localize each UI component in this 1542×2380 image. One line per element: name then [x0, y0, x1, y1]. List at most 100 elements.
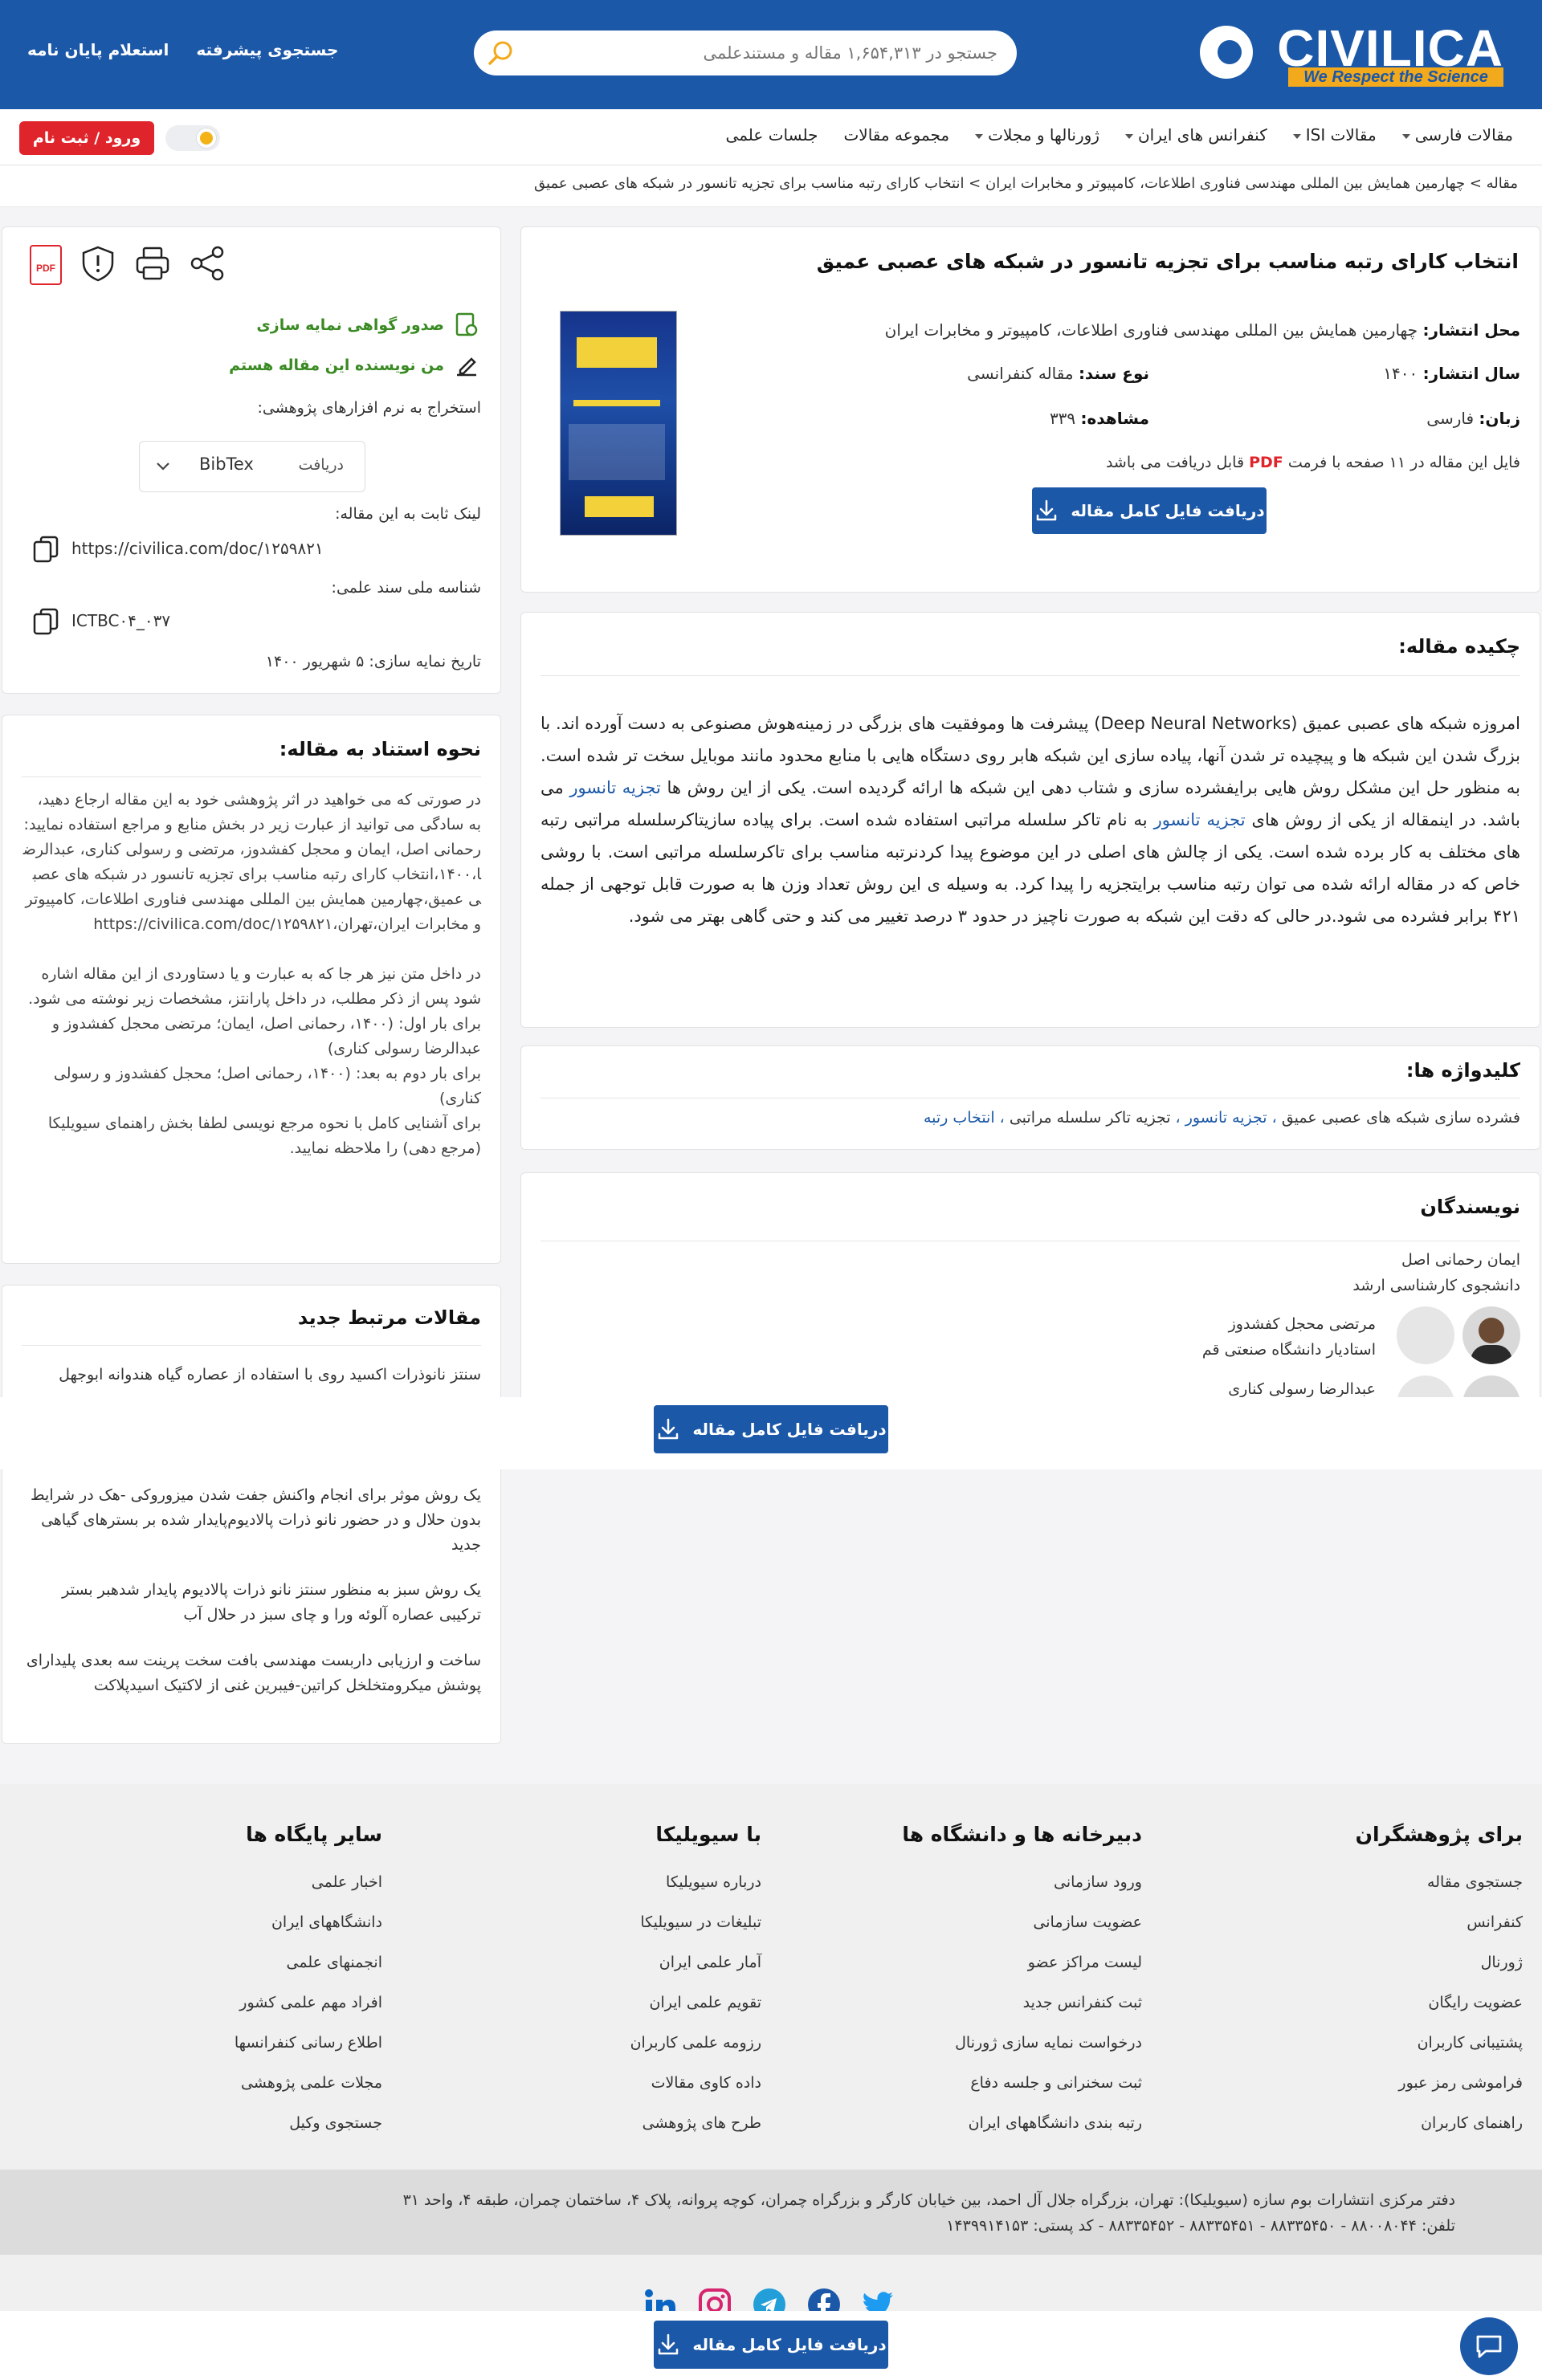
copy-icon[interactable]	[30, 532, 62, 564]
publisher-value[interactable]: چهارمین همایش بین المللی مهندسی فناوری ا…	[885, 320, 1418, 340]
i-am-author-link[interactable]: من نویسنده این مقاله هستم	[229, 357, 444, 374]
keyword-link[interactable]: فشرده سازی شبکه های عصبی عمیق	[1282, 1109, 1520, 1127]
edit-icon	[457, 357, 476, 377]
footer-link[interactable]: درخواست نمایه سازی ژورنال	[877, 2034, 1142, 2074]
footer-link[interactable]: افراد مهم علمی کشور	[117, 1994, 382, 2034]
keywords-title: کلیدواژه ها:	[1405, 1059, 1520, 1082]
citation-intext: در داخل متن نیز هر جا که به عبارت و یا د…	[28, 965, 481, 1008]
footer-link[interactable]: پشتیبانی کاربران	[1258, 2034, 1523, 2074]
footer-link[interactable]: آمار علمی ایران	[496, 1954, 761, 1994]
footer-link[interactable]: جستجوی وکیل	[117, 2114, 382, 2154]
keyword-link[interactable]: تجزیه تانسور	[1185, 1109, 1267, 1127]
footer-link[interactable]: تبلیغات در سیویلیکا	[496, 1913, 761, 1954]
footer-link[interactable]: ثبت کنفرانس جدید	[877, 1994, 1142, 2034]
footer-link[interactable]: فراموشی رمز عبور	[1258, 2074, 1523, 2114]
footer-link[interactable]: ژورنال	[1258, 1954, 1523, 1994]
search-icon[interactable]	[487, 39, 516, 67]
search-box	[474, 31, 1017, 75]
thesis-inquiry-link[interactable]: استعلام پایان نامه	[27, 40, 169, 66]
doc-id-value: ICTBC۰۴_۰۳۷	[71, 611, 171, 630]
sun-icon	[200, 132, 213, 145]
footer-link[interactable]: درباره سیویلیکا	[496, 1873, 761, 1913]
related-paper-link[interactable]: ساخت و ارزیابی داربست مهندسی بافت سخت پر…	[22, 1648, 481, 1698]
download-full-paper-button[interactable]: دریافت فایل کامل مقاله	[654, 1405, 888, 1453]
theme-toggle[interactable]	[165, 125, 220, 151]
footer-link[interactable]: اخبار علمی	[117, 1873, 382, 1913]
author-name[interactable]: مرتضی محجل کفشدوز	[1202, 1311, 1376, 1337]
footer-link[interactable]: انجمنهای علمی	[117, 1954, 382, 1994]
citation-title: نحوه استناد به مقاله:	[279, 738, 481, 760]
civilica-logo[interactable]: CIVILICA We Respect the Science	[1200, 22, 1503, 88]
footer-link[interactable]: عضویت سازمانی	[877, 1913, 1142, 1954]
footer-link[interactable]: داده کاوی مقالات	[496, 2074, 761, 2114]
footer-col-title: سایر پایگاه ها	[246, 1823, 382, 1846]
publisher-label: محل انتشار:	[1422, 320, 1520, 340]
advanced-search-link[interactable]: جستجوی پیشرفته	[196, 40, 338, 66]
footer-col-title: برای پژوهشگران	[1355, 1823, 1523, 1846]
views-label: مشاهده:	[1080, 409, 1149, 428]
nav-journals[interactable]: ژورنالها و مجلات	[975, 125, 1099, 145]
bibtex-get-label[interactable]: دریافت	[299, 456, 344, 474]
download-full-paper-button[interactable]: دریافت فایل کامل مقاله	[654, 2321, 888, 2369]
share-icon[interactable]	[189, 245, 226, 282]
footer-link[interactable]: تقویم علمی ایران	[496, 1994, 761, 2034]
nav-collections[interactable]: مجموعه مقالات	[843, 125, 949, 145]
keyword-link[interactable]: تجزیه تاکر سلسله مراتبی	[1010, 1109, 1171, 1127]
download-icon	[659, 1418, 679, 1440]
extract-label: استخراج به نرم افزارهای پژوهشی:	[257, 399, 481, 417]
footer-link[interactable]: جستجوی مقاله	[1258, 1873, 1523, 1913]
nav-iran-conferences[interactable]: کنفرانس های ایران	[1125, 125, 1267, 145]
related-paper-link[interactable]: یک روش سبز به منظور سنتز نانو ذرات پالاد…	[22, 1578, 481, 1648]
author-name[interactable]: عبدالرضا رسولی کناری	[1228, 1380, 1376, 1398]
site-header: CIVILICA We Respect the Science جستجوی پ…	[0, 0, 1542, 109]
bibtex-select[interactable]: BibTex دریافت	[139, 441, 365, 492]
file-note-a: فایل این مقاله در ۱۱ صفحه با فرمت	[1287, 454, 1520, 471]
footer-link[interactable]: عضویت رایگان	[1258, 1994, 1523, 2034]
nav-persian-papers[interactable]: مقالات فارسی	[1402, 125, 1513, 145]
permalink-label: لینک ثابت به این مقاله:	[335, 505, 481, 523]
footer-link[interactable]: دانشگاههای ایران	[117, 1913, 382, 1954]
footer-link[interactable]: رزومه علمی کاربران	[496, 2034, 761, 2074]
footer-link[interactable]: راهنمای کاربران	[1258, 2114, 1523, 2154]
search-input[interactable]	[548, 31, 997, 75]
footer-link[interactable]: اطلاع رسانی کنفرانسها	[117, 2034, 382, 2074]
logo-tagline: We Respect the Science	[1288, 67, 1503, 87]
nav-sessions[interactable]: جلسات علمی	[726, 125, 818, 145]
download-label: دریافت فایل کامل مقاله	[1071, 501, 1265, 520]
keyword-link[interactable]: تجزیه تانسور	[569, 778, 661, 797]
login-button[interactable]: ورود / ثبت نام	[19, 121, 154, 155]
chat-button[interactable]	[1460, 2317, 1518, 2375]
permalink-value[interactable]: https://civilica.com/doc/۱۲۵۹۸۲۱	[71, 539, 324, 558]
footer-link[interactable]: ثبت سخنرانی و جلسه دفاع	[877, 2074, 1142, 2114]
page-title: انتخاب کارای رتبه مناسب برای تجزیه تانسو…	[816, 250, 1519, 273]
citation-guide[interactable]: برای آشنایی کامل با نحوه مرجع نویسی لطفا…	[22, 1111, 481, 1161]
footer-link[interactable]: مجلات علمی پژوهشی	[117, 2074, 382, 2114]
keyword-link[interactable]: انتخاب رتبه	[924, 1109, 995, 1127]
footer-link[interactable]: ورود سازمانی	[877, 1873, 1142, 1913]
citation-intro: در صورتی که می خواهید در اثر پژوهشی خود …	[23, 791, 481, 833]
footer-link[interactable]: طرح های پژوهشی	[496, 2114, 761, 2154]
breadcrumb[interactable]: مقاله > چهارمین همایش بین المللی مهندسی …	[0, 165, 1542, 207]
author-name[interactable]: ایمان رحمانی اصل	[1352, 1247, 1520, 1273]
download-full-paper-button[interactable]: دریافت فایل کامل مقاله	[1032, 487, 1267, 534]
footer-link[interactable]: رتبه بندی دانشگاههای ایران	[877, 2114, 1142, 2154]
keyword-link[interactable]: تجزیه تانسور	[1154, 810, 1246, 829]
print-icon[interactable]	[134, 245, 171, 282]
doc-id-label: شناسه ملی سند علمی:	[331, 579, 481, 597]
pdf-icon[interactable]: PDF	[30, 245, 62, 285]
conference-cover-image	[560, 311, 677, 536]
citation-first-time: برای بار اول: (۱۴۰۰، رحمانی اصل، ایمان؛ …	[51, 1015, 481, 1058]
footer-link[interactable]: کنفرانس	[1258, 1913, 1523, 1954]
abstract-title: چکیده مقاله:	[1398, 635, 1520, 658]
main-nav: مقالات فارسی مقالات ISI کنفرانس های ایرا…	[0, 109, 1542, 165]
author-role: دانشجوی کارشناسی ارشد	[1352, 1277, 1520, 1294]
related-paper-link[interactable]: یک روش موثر برای انجام واکنش جفت شدن میز…	[22, 1483, 481, 1578]
shield-icon[interactable]	[80, 245, 116, 282]
bottom-download-bar: دریافت فایل کامل مقاله	[0, 2311, 1542, 2380]
year-label: سال انتشار:	[1422, 364, 1520, 383]
index-certificate-link[interactable]: صدور گواهی نمایه سازی	[256, 316, 444, 334]
copy-icon[interactable]	[30, 605, 62, 637]
address-text: دفتر مرکزی انتشارات بوم سازه (سیویلیکا):…	[402, 2191, 1455, 2209]
nav-isi-papers[interactable]: مقالات ISI	[1293, 125, 1377, 145]
footer-link[interactable]: لیست مراکز عضو	[877, 1954, 1142, 1994]
